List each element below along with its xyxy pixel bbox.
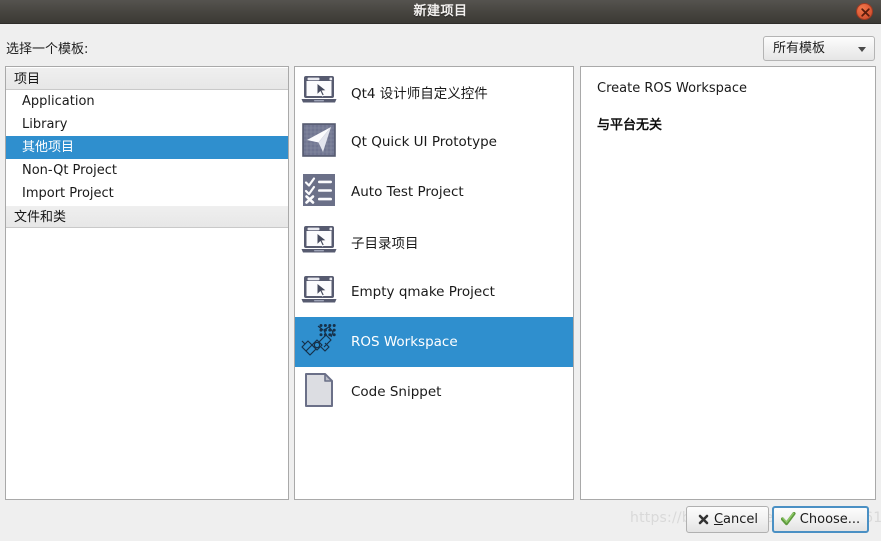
laptop-cursor-icon	[299, 270, 339, 314]
template-item-label: Qt4 设计师自定义控件	[351, 86, 488, 102]
template-item-label: Auto Test Project	[351, 184, 464, 200]
template-list-panel[interactable]: Qt4 设计师自定义控件 Qt Quick UI Prototype Auto Te…	[294, 66, 574, 500]
template-item[interactable]: Empty qmake Project	[295, 267, 573, 317]
template-item-label: ROS Workspace	[351, 334, 458, 350]
sidebar-item-library[interactable]: Library	[6, 113, 288, 136]
cancel-x-icon	[697, 513, 710, 526]
template-icon-wrapper	[299, 72, 339, 112]
template-item[interactable]: Qt Quick UI Prototype	[295, 117, 573, 167]
template-icon-wrapper	[299, 372, 339, 412]
template-item-label: 子目录项目	[351, 236, 419, 252]
choose-template-label: 选择一个模板:	[6, 42, 89, 57]
sidebar-item-import-project[interactable]: Import Project	[6, 182, 288, 205]
category-list-panel[interactable]: 项目 Application Library 其他项目 Non-Qt Project Im…	[5, 66, 289, 500]
template-item[interactable]: Qt4 设计师自定义控件	[295, 67, 573, 117]
title-bar: 新建项目	[0, 0, 881, 24]
close-x-icon	[861, 8, 870, 17]
choose-button[interactable]: Choose...	[772, 506, 869, 533]
template-icon-wrapper	[299, 172, 339, 212]
document-page-icon	[299, 370, 339, 414]
cancel-button[interactable]: Cancel	[686, 506, 769, 533]
category-header: 文件和类	[6, 205, 288, 228]
template-item-label: Qt Quick UI Prototype	[351, 134, 497, 150]
laptop-cursor-icon	[299, 220, 339, 264]
template-icon-wrapper	[299, 122, 339, 162]
laptop-cursor-icon	[299, 70, 339, 114]
template-icon-wrapper	[299, 322, 339, 362]
description-panel: Create ROS Workspace 与平台无关	[580, 66, 876, 500]
close-button[interactable]	[856, 3, 873, 20]
chevron-down-icon	[858, 47, 866, 52]
green-check-icon	[780, 512, 796, 527]
template-icon-wrapper	[299, 222, 339, 262]
template-filter-combobox[interactable]: 所有模板	[763, 36, 875, 61]
template-item[interactable]: Code Snippet	[295, 367, 573, 417]
template-item-label: Code Snippet	[351, 384, 442, 400]
template-filter-value: 所有模板	[773, 41, 826, 56]
checklist-icon	[299, 170, 339, 214]
description-platform: 与平台无关	[597, 118, 663, 133]
sidebar-item-non-qt-project[interactable]: Non-Qt Project	[6, 159, 288, 182]
category-header: 项目	[6, 67, 288, 90]
sidebar-item-application[interactable]: Application	[6, 90, 288, 113]
template-item[interactable]: 子目录项目	[295, 217, 573, 267]
paper-plane-grid-icon	[299, 120, 339, 164]
description-title: Create ROS Workspace	[597, 81, 748, 96]
robot-arm-icon	[299, 320, 339, 364]
template-icon-wrapper	[299, 272, 339, 312]
template-item[interactable]: ROS Workspace	[295, 317, 573, 367]
new-project-dialog: 新建项目 选择一个模板: 所有模板 项目 Application Library 其他…	[0, 0, 881, 541]
cancel-button-label: Cancel	[713, 512, 759, 527]
template-item-label: Empty qmake Project	[351, 284, 495, 300]
window-title: 新建项目	[413, 4, 468, 19]
template-item[interactable]: Auto Test Project	[295, 167, 573, 217]
sidebar-item-其他项目[interactable]: 其他项目	[6, 136, 288, 159]
choose-button-label: Choose...	[799, 512, 861, 527]
